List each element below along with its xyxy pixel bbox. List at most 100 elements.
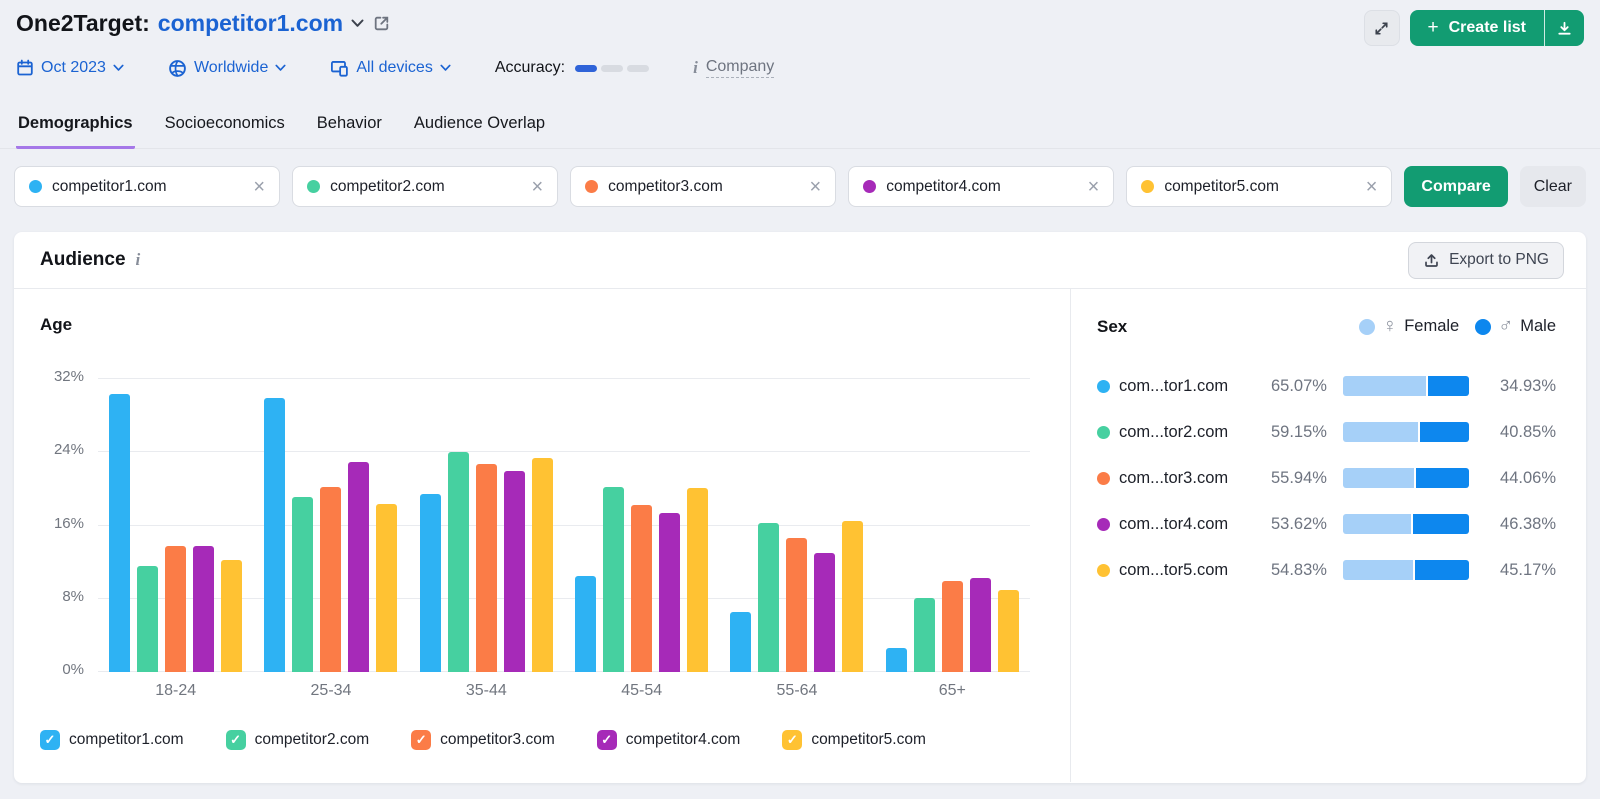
sex-chart-title: Sex	[1097, 317, 1127, 337]
sex-ratio-bar	[1343, 376, 1469, 396]
bar-competitor1-com-45-54	[575, 576, 596, 672]
sex-row-domain: com...tor3.com	[1119, 469, 1256, 488]
location-filter[interactable]: Worldwide	[168, 59, 286, 78]
age-y-tick-label: 24%	[54, 441, 84, 458]
series-checkbox-4[interactable]: ✓	[597, 730, 617, 750]
bar-competitor4-com-18-24	[193, 546, 214, 672]
age-x-axis: 18-2425-3435-4445-5455-6465+	[98, 682, 1030, 700]
devices-icon	[330, 59, 349, 78]
fullscreen-button[interactable]	[1364, 10, 1400, 46]
bar-competitor2-com-65	[914, 598, 935, 672]
age-x-label-65: 65+	[875, 682, 1030, 700]
male-bar-segment	[1416, 468, 1469, 488]
sex-ratio-bar	[1343, 468, 1469, 488]
external-link-icon[interactable]	[372, 14, 391, 33]
female-bar-segment	[1343, 422, 1418, 442]
age-chart: 0%8%16%24%32%	[98, 379, 1030, 672]
age-legend: ✓competitor1.com✓competitor2.com✓competi…	[40, 730, 1036, 750]
sex-ratio-bar	[1343, 422, 1469, 442]
age-y-tick-label: 8%	[62, 588, 84, 605]
sex-row-5: com...tor5.com54.83%45.17%	[1097, 560, 1556, 580]
bar-competitor2-com-35-44	[448, 452, 469, 672]
bar-competitor2-com-55-64	[758, 523, 779, 672]
female-percentage: 53.62%	[1256, 515, 1327, 534]
bar-competitor3-com-25-34	[320, 487, 341, 672]
male-bar-segment	[1415, 560, 1469, 580]
sex-panel-header: Sex ♀Female ♂Male	[1097, 315, 1556, 338]
clear-button[interactable]: Clear	[1520, 166, 1586, 207]
remove-competitor-icon[interactable]: ×	[531, 177, 543, 197]
competitor-chip-3: competitor3.com×	[570, 166, 836, 207]
tab-demographics[interactable]: Demographics	[16, 106, 135, 149]
series-checkbox-2[interactable]: ✓	[226, 730, 246, 750]
accuracy-label: Accuracy:	[495, 59, 565, 77]
bar-competitor1-com-65	[886, 648, 907, 672]
age-y-tick-label: 16%	[54, 515, 84, 532]
remove-competitor-icon[interactable]: ×	[1366, 177, 1378, 197]
tab-behavior[interactable]: Behavior	[315, 106, 384, 149]
age-panel: Age 0%8%16%24%32% 18-2425-3435-4445-5455…	[14, 289, 1070, 782]
age-bars	[98, 379, 1030, 672]
create-list-button[interactable]: + Create list	[1410, 10, 1544, 46]
female-percentage: 59.15%	[1256, 423, 1327, 442]
sex-row-2: com...tor2.com59.15%40.85%	[1097, 422, 1556, 442]
download-icon	[1556, 20, 1573, 37]
series-checkbox-5[interactable]: ✓	[782, 730, 802, 750]
accuracy-segment-filled	[575, 65, 597, 72]
remove-competitor-icon[interactable]: ×	[810, 177, 822, 197]
company-label: Company	[706, 58, 774, 78]
export-to-png-button[interactable]: Export to PNG	[1408, 242, 1564, 279]
date-filter[interactable]: Oct 2023	[16, 59, 124, 77]
sex-row-domain: com...tor4.com	[1119, 515, 1256, 534]
info-icon: i	[693, 58, 698, 78]
bar-competitor2-com-45-54	[603, 487, 624, 672]
age-group-25-34	[253, 379, 408, 672]
male-percentage: 45.17%	[1485, 561, 1556, 580]
series-label: competitor1.com	[69, 731, 184, 749]
series-label: competitor2.com	[255, 731, 370, 749]
sex-row-3: com...tor3.com55.94%44.06%	[1097, 468, 1556, 488]
competitor-color-dot	[29, 180, 42, 193]
male-percentage: 34.93%	[1485, 377, 1556, 396]
competitor-color-dot	[863, 180, 876, 193]
tab-audience-overlap[interactable]: Audience Overlap	[412, 106, 547, 149]
company-link[interactable]: i Company	[693, 58, 774, 78]
remove-competitor-icon[interactable]: ×	[1088, 177, 1100, 197]
age-chart-title: Age	[40, 315, 1036, 335]
sex-legend-male: ♂Male	[1475, 315, 1556, 338]
audience-card-body: Age 0%8%16%24%32% 18-2425-3435-4445-5455…	[14, 289, 1586, 782]
bar-competitor1-com-18-24	[109, 394, 130, 672]
bar-competitor3-com-45-54	[631, 505, 652, 672]
competitor-color-dot	[1097, 518, 1110, 531]
male-bar-segment	[1413, 514, 1469, 534]
bar-competitor5-com-55-64	[842, 521, 863, 672]
globe-icon	[168, 59, 187, 78]
age-x-label-45-54: 45-54	[564, 682, 719, 700]
bar-competitor2-com-25-34	[292, 497, 313, 672]
domain-chevron-down-icon[interactable]	[351, 19, 364, 28]
bar-competitor5-com-18-24	[221, 560, 242, 672]
series-checkbox-3[interactable]: ✓	[411, 730, 431, 750]
sex-legend-female: ♀Female	[1359, 315, 1459, 338]
male-bar-segment	[1420, 422, 1469, 442]
audience-card: Audience i Export to PNG Age 0%8%16%24%3…	[14, 232, 1586, 783]
accuracy-meter	[575, 65, 649, 72]
accuracy-segment	[601, 65, 623, 72]
bar-competitor5-com-45-54	[687, 488, 708, 672]
competitor-chip-label: competitor4.com	[886, 178, 1001, 196]
series-checkbox-1[interactable]: ✓	[40, 730, 60, 750]
location-filter-value: Worldwide	[194, 59, 268, 77]
compare-button[interactable]: Compare	[1404, 166, 1507, 207]
remove-competitor-icon[interactable]: ×	[253, 177, 265, 197]
male-percentage: 44.06%	[1485, 469, 1556, 488]
bar-competitor4-com-35-44	[504, 471, 525, 672]
male-symbol-icon: ♂	[1498, 315, 1513, 338]
tab-socioeconomics[interactable]: Socioeconomics	[163, 106, 287, 149]
age-legend-item-2: ✓ competitor2.com	[226, 730, 370, 750]
target-domain[interactable]: competitor1.com	[158, 10, 343, 37]
download-button[interactable]	[1544, 10, 1584, 46]
age-x-label-18-24: 18-24	[98, 682, 253, 700]
info-icon[interactable]: i	[136, 250, 141, 270]
competitor-color-dot	[1097, 564, 1110, 577]
devices-filter[interactable]: All devices	[330, 59, 450, 78]
